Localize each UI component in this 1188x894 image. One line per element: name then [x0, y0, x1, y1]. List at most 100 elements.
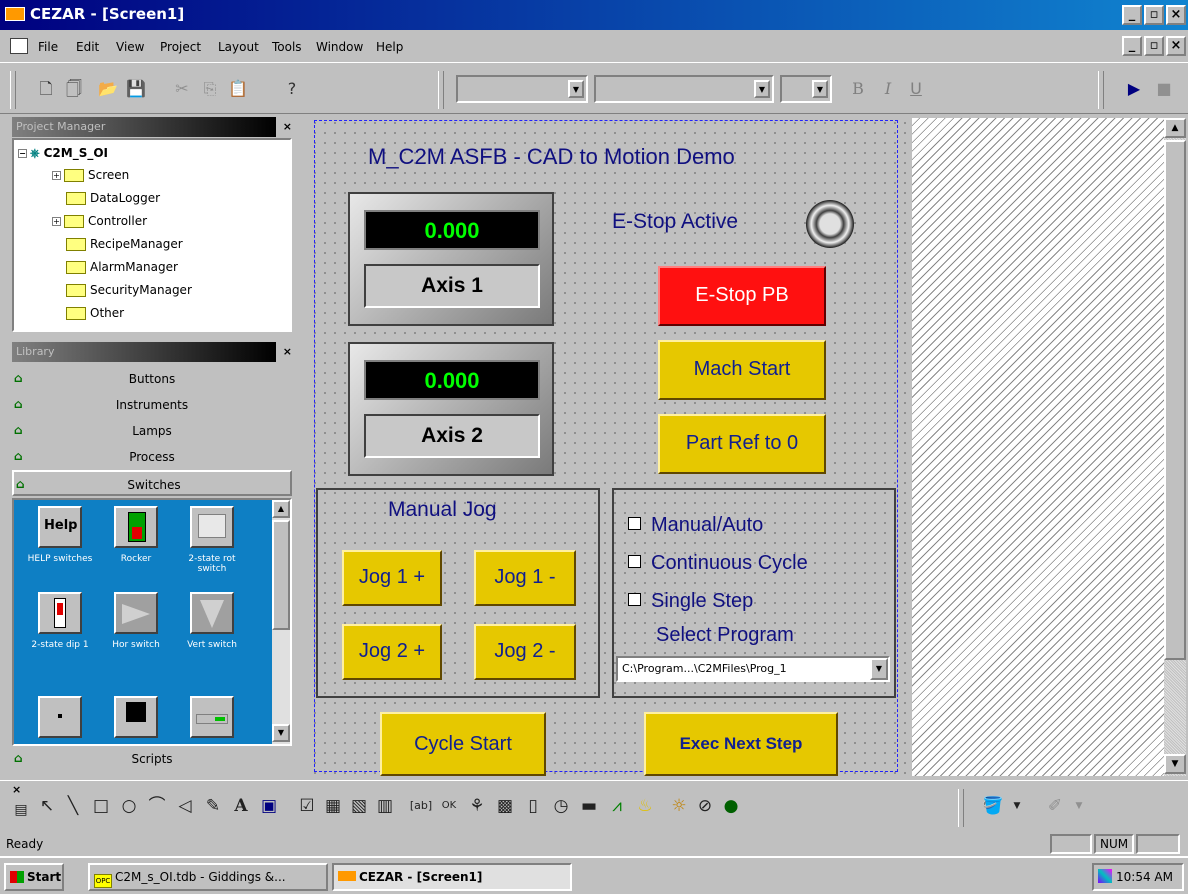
alarm-tool-icon[interactable]: ♨ [632, 793, 658, 819]
palette-item-switch-9[interactable] [190, 696, 234, 738]
gauge-tool-icon[interactable]: ◷ [548, 793, 574, 819]
palette-scrollbar[interactable]: ▲ ▼ [272, 500, 290, 744]
palette-item-rocker[interactable] [114, 506, 158, 548]
cycle-start-button[interactable]: Cycle Start [380, 712, 546, 776]
font-name-combo[interactable]: ▼ [456, 75, 588, 103]
menu-help[interactable]: Help [376, 40, 403, 54]
minimize-button[interactable]: _ [1122, 5, 1142, 25]
chevron-down-icon[interactable]: ▼ [754, 80, 770, 98]
jog2-plus-button[interactable]: Jog 2 + [342, 624, 442, 680]
sun-tool-icon[interactable]: ☼ [666, 793, 692, 819]
start-button[interactable]: Start [4, 863, 64, 891]
chevron-down-icon[interactable]: ▼ [812, 80, 828, 98]
underline-button[interactable]: U [904, 77, 928, 101]
menu-window[interactable]: Window [316, 40, 363, 54]
listbox-icon[interactable]: ▦ [320, 793, 346, 819]
library-category-process[interactable]: ⌂ Process [12, 444, 292, 470]
scroll-thumb[interactable] [1164, 140, 1186, 660]
scroll-up-icon[interactable]: ▲ [1164, 118, 1186, 138]
save-icon[interactable]: 💾 [124, 77, 148, 101]
library-category-buttons[interactable]: ⌂ Buttons [12, 366, 292, 392]
palette-item-help-switches[interactable]: Help [38, 506, 82, 548]
palette-item-rot-switch[interactable] [190, 506, 234, 548]
continuous-cycle-checkbox[interactable]: Continuous Cycle [628, 552, 808, 575]
toolbar-grip-4[interactable] [958, 789, 964, 827]
device-tool-icon[interactable]: ▯ [520, 793, 546, 819]
menu-edit[interactable]: Edit [76, 40, 99, 54]
checkbox-box[interactable] [628, 555, 641, 568]
tree-item-screen[interactable]: + Screen [52, 168, 129, 182]
tree-item-securitymanager[interactable]: SecurityManager [66, 283, 192, 297]
new-file-icon[interactable]: 🗋 [34, 77, 58, 101]
expand-icon[interactable]: + [52, 217, 61, 226]
collapse-icon[interactable]: − [18, 149, 27, 158]
controller-tool-icon[interactable]: ▩ [492, 793, 518, 819]
trend-tool-icon[interactable]: ⩘ [604, 793, 630, 819]
cut-icon[interactable]: ✂ [170, 77, 194, 101]
help-icon[interactable]: ? [280, 77, 304, 101]
doc-close-button[interactable]: × [1166, 36, 1186, 56]
tree-item-other[interactable]: Other [66, 306, 124, 320]
palette-item-dip[interactable] [38, 592, 82, 634]
canvas-scrollbar[interactable]: ▲ ▼ [1164, 118, 1186, 776]
menu-file[interactable]: File [38, 40, 58, 54]
timer-tool-icon[interactable]: ⊘ [692, 793, 718, 819]
tree-item-datalogger[interactable]: DataLogger [66, 191, 160, 205]
ellipse-icon[interactable]: ○ [116, 793, 142, 819]
font-size-combo[interactable]: ▼ [594, 75, 774, 103]
checkbox-box[interactable] [628, 593, 641, 606]
network-tool-icon[interactable]: ⚘ [464, 793, 490, 819]
slider-tool-icon[interactable]: ▬ [576, 793, 602, 819]
menu-project[interactable]: Project [160, 40, 201, 54]
screen-canvas[interactable]: M_C2M ASFB - CAD to Motion Demo 0.000 Ax… [310, 118, 912, 776]
chart-tool-icon[interactable]: ▧ [346, 793, 372, 819]
chevron-down-icon[interactable]: ▼ [870, 658, 888, 680]
image-icon[interactable]: ▣ [256, 793, 282, 819]
program-select[interactable]: C:\Program...\C2MFiles\Prog_1 ▼ [616, 656, 890, 682]
rectangle-icon[interactable]: □ [88, 793, 114, 819]
part-ref-button[interactable]: Part Ref to 0 [658, 414, 826, 474]
copy-icon[interactable]: ⎘ [198, 77, 222, 101]
scroll-up-icon[interactable]: ▲ [272, 500, 290, 518]
run-icon[interactable]: ▶ [1122, 77, 1146, 101]
text-icon[interactable]: A [228, 793, 254, 819]
menu-tools[interactable]: Tools [272, 40, 302, 54]
checkbox-tool-icon[interactable]: ☑ [294, 793, 320, 819]
tree-item-alarmmanager[interactable]: AlarmManager [66, 260, 178, 274]
stop-icon[interactable]: ■ [1152, 77, 1176, 101]
scroll-down-icon[interactable]: ▼ [1164, 754, 1186, 774]
lock-icon[interactable]: ▤ [8, 797, 34, 823]
label-tool-icon[interactable]: [ab] [408, 793, 434, 819]
menu-view[interactable]: View [116, 40, 144, 54]
new-screen-icon[interactable]: 🗍 [62, 77, 86, 101]
toolbar-grip[interactable] [10, 71, 16, 109]
taskbar-item-cezar[interactable]: CEZAR - [Screen1] [332, 863, 572, 891]
line-color-icon[interactable]: ✐ [1042, 793, 1068, 819]
library-category-lamps[interactable]: ⌂ Lamps [12, 418, 292, 444]
tree-root[interactable]: − ⎈ C2M_S_OI [18, 146, 108, 161]
palette-item-hor-switch[interactable] [114, 592, 158, 634]
palette-item-switch-8[interactable] [114, 696, 158, 738]
doc-restore-button[interactable]: ▫ [1144, 36, 1164, 56]
document-icon[interactable] [10, 38, 28, 54]
toolbar-grip-2[interactable] [438, 71, 444, 109]
expand-icon[interactable]: + [52, 171, 61, 180]
doc-minimize-button[interactable]: _ [1122, 36, 1142, 56]
paste-icon[interactable]: 📋 [226, 77, 250, 101]
frame-tool-icon[interactable]: ▥ [372, 793, 398, 819]
menu-layout[interactable]: Layout [218, 40, 259, 54]
ok-button-tool-icon[interactable]: OK [436, 793, 462, 819]
scroll-thumb[interactable] [272, 520, 290, 630]
close-icon[interactable]: × [283, 117, 292, 137]
jog1-plus-button[interactable]: Jog 1 + [342, 550, 442, 606]
checkbox-box[interactable] [628, 517, 641, 530]
library-category-instruments[interactable]: ⌂ Instruments [12, 392, 292, 418]
tray-app-icon[interactable] [1098, 869, 1112, 883]
library-category-switches[interactable]: ⌂ Switches [12, 470, 292, 496]
line-icon[interactable]: ╲ [60, 793, 86, 819]
globe-icon[interactable]: ● [718, 793, 744, 819]
jog2-minus-button[interactable]: Jog 2 - [474, 624, 576, 680]
tree-item-controller[interactable]: + Controller [52, 214, 147, 228]
arc-icon[interactable]: ⌒ [144, 793, 170, 819]
jog1-minus-button[interactable]: Jog 1 - [474, 550, 576, 606]
